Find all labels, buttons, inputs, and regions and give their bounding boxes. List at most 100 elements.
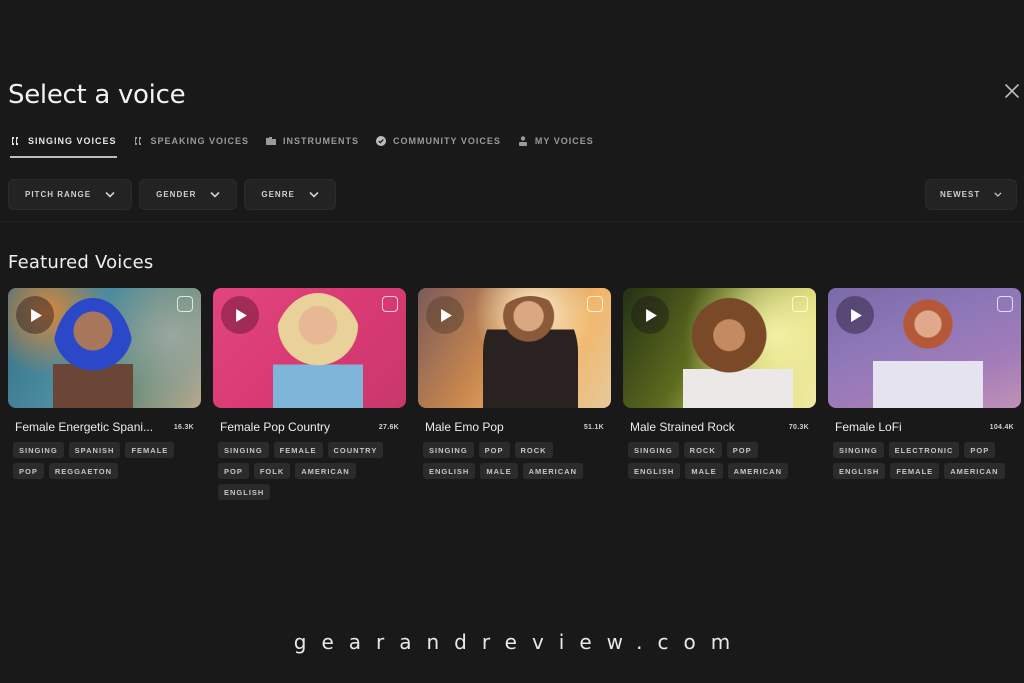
close-icon[interactable] bbox=[1003, 82, 1021, 100]
tag: AMERICAN bbox=[944, 463, 1005, 479]
voice-name: Male Emo Pop bbox=[425, 420, 504, 434]
chevron-down-icon bbox=[210, 191, 220, 198]
tag: MALE bbox=[480, 463, 518, 479]
tag-list: SINGING FEMALE COUNTRY POP FOLK AMERICAN… bbox=[213, 442, 406, 500]
tag: POP bbox=[478, 442, 510, 458]
tab-label: MY VOICES bbox=[534, 136, 594, 146]
genre-dropdown[interactable]: GENRE bbox=[244, 179, 336, 210]
dropdown-label: PITCH RANGE bbox=[25, 190, 92, 199]
page-title: Select a voice bbox=[8, 80, 186, 110]
tag: SINGING bbox=[628, 442, 679, 458]
sort-label: NEWEST bbox=[940, 190, 981, 199]
filter-bar: PITCH RANGE GENDER GENRE bbox=[8, 179, 336, 210]
tag: ENGLISH bbox=[833, 463, 886, 479]
tag: ROCK bbox=[683, 442, 722, 458]
tag: SINGING bbox=[423, 442, 474, 458]
tag: COUNTRY bbox=[327, 442, 384, 458]
chevron-down-icon bbox=[994, 192, 1002, 197]
usage-count: 16.3K bbox=[173, 423, 194, 431]
tab-singing-voices[interactable]: SINGING VOICES bbox=[10, 130, 117, 158]
tab-label: COMMUNITY VOICES bbox=[393, 136, 501, 146]
voice-thumbnail[interactable] bbox=[418, 288, 611, 408]
tag: MALE bbox=[685, 463, 723, 479]
dropdown-label: GENDER bbox=[156, 190, 197, 199]
play-button[interactable] bbox=[631, 296, 669, 334]
play-icon bbox=[441, 308, 452, 322]
divider bbox=[0, 221, 1024, 222]
play-button[interactable] bbox=[221, 296, 259, 334]
usage-count: 27.6K bbox=[378, 423, 399, 431]
featured-voices-heading: Featured Voices bbox=[8, 252, 154, 273]
usage-count: 70.3K bbox=[788, 423, 809, 431]
play-button[interactable] bbox=[426, 296, 464, 334]
voice-card[interactable]: Female Pop Country 27.6K SINGING FEMALE … bbox=[213, 288, 406, 500]
tag-list: SINGING POP ROCK ENGLISH MALE AMERICAN bbox=[418, 442, 611, 479]
pitch-range-dropdown[interactable]: PITCH RANGE bbox=[8, 179, 133, 210]
tag: ENGLISH bbox=[218, 484, 271, 500]
tag: AMERICAN bbox=[522, 463, 584, 479]
tag: POP bbox=[13, 463, 44, 479]
speaking-voices-icon bbox=[134, 137, 141, 145]
tag: SINGING bbox=[218, 442, 269, 458]
voice-card[interactable]: Female LoFi 104.4K SINGING ELECTRONIC PO… bbox=[828, 288, 1021, 500]
tag: FEMALE bbox=[273, 442, 323, 458]
usage-count: 104.4K bbox=[989, 423, 1014, 431]
tag: SINGING bbox=[833, 442, 884, 458]
tab-instruments[interactable]: INSTRUMENTS bbox=[265, 130, 359, 152]
tag-list: SINGING SPANISH FEMALE POP REGGAETON bbox=[8, 442, 201, 479]
select-checkbox[interactable] bbox=[587, 296, 603, 312]
tab-speaking-voices[interactable]: SPEAKING VOICES bbox=[133, 130, 250, 152]
tag: ENGLISH bbox=[423, 463, 476, 479]
voice-name: Female Energetic Spani... bbox=[15, 420, 154, 434]
tag: POP bbox=[218, 463, 249, 479]
tab-label: SPEAKING VOICES bbox=[150, 136, 250, 146]
voice-card[interactable]: Male Emo Pop 51.1K SINGING POP ROCK ENGL… bbox=[418, 288, 611, 500]
select-checkbox[interactable] bbox=[997, 296, 1013, 312]
tag: AMERICAN bbox=[295, 463, 356, 479]
voice-category-tabs: SINGING VOICES SPEAKING VOICES INSTRUMEN… bbox=[10, 130, 594, 160]
tag-list: SINGING ELECTRONIC POP ENGLISH FEMALE AM… bbox=[828, 442, 1021, 479]
user-icon bbox=[518, 136, 527, 146]
voice-thumbnail[interactable] bbox=[213, 288, 406, 408]
tag: FEMALE bbox=[125, 442, 175, 458]
tag-list: SINGING ROCK POP ENGLISH MALE AMERICAN bbox=[623, 442, 816, 479]
voice-name: Female LoFi bbox=[835, 420, 902, 434]
play-icon bbox=[646, 308, 657, 322]
usage-count: 51.1K bbox=[583, 423, 604, 431]
tab-label: INSTRUMENTS bbox=[283, 136, 360, 146]
tag: SPANISH bbox=[68, 442, 121, 458]
voice-thumbnail[interactable] bbox=[828, 288, 1021, 408]
tag: SINGING bbox=[13, 442, 64, 458]
select-checkbox[interactable] bbox=[177, 296, 193, 312]
voice-thumbnail[interactable] bbox=[623, 288, 816, 408]
tag: AMERICAN bbox=[727, 463, 789, 479]
tag: POP bbox=[726, 442, 758, 458]
tag: REGGAETON bbox=[48, 463, 119, 479]
chevron-down-icon bbox=[309, 191, 319, 198]
play-icon bbox=[31, 308, 42, 322]
play-button[interactable] bbox=[836, 296, 874, 334]
sort-dropdown[interactable]: NEWEST bbox=[925, 179, 1017, 210]
tag: ENGLISH bbox=[628, 463, 681, 479]
voice-name: Female Pop Country bbox=[220, 420, 331, 434]
select-checkbox[interactable] bbox=[382, 296, 398, 312]
tag: FOLK bbox=[253, 463, 291, 479]
gender-dropdown[interactable]: GENDER bbox=[139, 179, 238, 210]
voice-card[interactable]: Female Energetic Spani... 16.3K SINGING … bbox=[8, 288, 201, 500]
tab-my-voices[interactable]: MY VOICES bbox=[517, 130, 594, 152]
voice-thumbnail[interactable] bbox=[8, 288, 201, 408]
verified-badge-icon bbox=[376, 136, 387, 146]
tab-community-voices[interactable]: COMMUNITY VOICES bbox=[375, 130, 501, 152]
tag: ELECTRONIC bbox=[888, 442, 960, 458]
singing-voices-icon bbox=[12, 137, 18, 145]
tab-label: SINGING VOICES bbox=[28, 136, 117, 146]
play-icon bbox=[236, 308, 247, 322]
dropdown-label: GENRE bbox=[261, 190, 295, 199]
voice-card[interactable]: Male Strained Rock 70.3K SINGING ROCK PO… bbox=[623, 288, 816, 500]
play-icon bbox=[851, 308, 862, 322]
tag: ROCK bbox=[514, 442, 553, 458]
watermark: gearandreview.com bbox=[293, 630, 746, 654]
select-checkbox[interactable] bbox=[792, 296, 808, 312]
play-button[interactable] bbox=[16, 296, 54, 334]
tag: FEMALE bbox=[890, 463, 940, 479]
